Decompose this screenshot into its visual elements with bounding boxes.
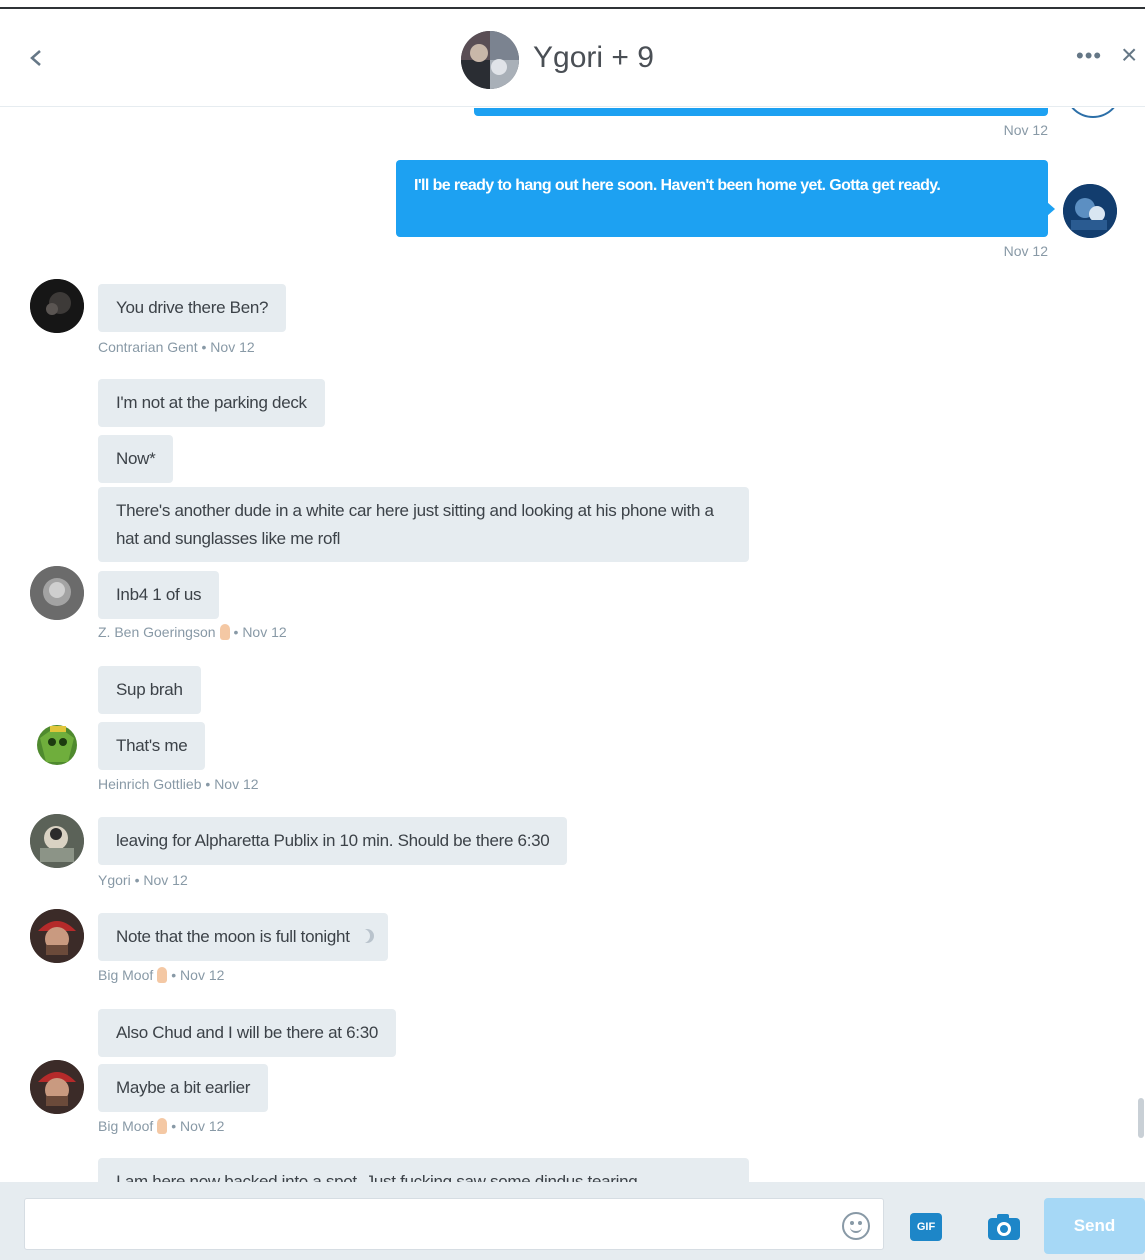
received-message-bubble: Now* [98, 435, 174, 483]
message-meta: Ygori • Nov 12 [98, 872, 188, 888]
message-time: Nov 12 [210, 339, 255, 355]
received-message-bubble: leaving for Alpharetta Publix in 10 min.… [98, 817, 568, 865]
message-text: leaving for Alpharetta Publix in 10 min.… [116, 831, 550, 850]
avatar-contrarian-gent [30, 279, 84, 333]
scrollbar-thumb[interactable] [1138, 1098, 1144, 1138]
received-message-bubble: I am here now backed into a spot. Just f… [98, 1158, 749, 1182]
conversation-title: Ygori + 9 [533, 41, 654, 74]
message-text: There's another dude in a white car here… [116, 501, 714, 548]
avatar-big-moof [30, 909, 84, 963]
message-composer: GIF Send [0, 1182, 1145, 1260]
received-message-bubble: I'm not at the parking deck [98, 379, 325, 427]
message-text: That's me [116, 736, 188, 755]
message-meta: Contrarian Gent • Nov 12 [98, 339, 255, 355]
received-message-bubble: Maybe a bit earlier [98, 1064, 269, 1112]
author-name[interactable]: Big Moof [98, 967, 153, 983]
camera-button[interactable] [985, 1212, 1023, 1242]
previous-sent-bubble [474, 108, 1048, 116]
message-text: I'll be ready to hang out here soon. Hav… [414, 177, 941, 194]
gif-button[interactable]: GIF [910, 1213, 942, 1241]
raised-hand-icon [219, 624, 230, 640]
message-text: Also Chud and I will be there at 6:30 [116, 1023, 379, 1042]
message-list[interactable]: Nov 12 I'll be ready to hang out here so… [0, 108, 1145, 1182]
message-input[interactable] [24, 1198, 884, 1250]
avatar-ygori [30, 814, 84, 868]
message-time: Nov 12 [242, 624, 287, 640]
author-name[interactable]: Contrarian Gent [98, 339, 198, 355]
gif-icon: GIF [916, 1221, 936, 1233]
received-message-bubble: Sup brah [98, 666, 201, 714]
message-text: You drive there Ben? [116, 298, 269, 317]
close-button[interactable]: × [1121, 39, 1137, 71]
message-time: Nov 12 [214, 776, 259, 792]
message-text: Note that the moon is full tonight [116, 927, 350, 946]
message-text: Sup brah [116, 680, 183, 699]
message-text: I'm not at the parking deck [116, 393, 307, 412]
camera-icon [988, 1214, 1020, 1240]
conversation-header: Ygori + 9 ••• × [0, 9, 1145, 107]
message-meta: Big Moof • Nov 12 [98, 1118, 225, 1134]
send-button[interactable]: Send [1044, 1198, 1145, 1254]
received-message-bubble: You drive there Ben? [98, 284, 287, 332]
avatar-z-ben-goeringson [30, 566, 84, 620]
own-avatar [1063, 184, 1117, 238]
message-time: Nov 12 [143, 872, 188, 888]
message-time: Nov 12 [180, 967, 225, 983]
author-name[interactable]: Big Moof [98, 1118, 153, 1134]
chevron-left-icon [30, 50, 41, 66]
raised-hand-icon [157, 967, 168, 983]
window-top-border [0, 0, 1145, 9]
avatar-heinrich-gottlieb [30, 718, 84, 772]
received-message-bubble: Also Chud and I will be there at 6:30 [98, 1009, 397, 1057]
message-meta: Big Moof • Nov 12 [98, 967, 225, 983]
received-message-bubble: That's me [98, 722, 206, 770]
group-avatar [461, 31, 519, 89]
raised-hand-icon [157, 1118, 168, 1134]
received-message-bubble: Note that the moon is full tonight [98, 913, 388, 961]
message-timestamp: Nov 12 [1003, 243, 1048, 259]
received-message-bubble: Inb4 1 of us [98, 571, 220, 619]
more-icon: ••• [1076, 43, 1103, 68]
message-text: I am here now backed into a spot. Just f… [116, 1172, 638, 1182]
sent-message-bubble: I'll be ready to hang out here soon. Hav… [396, 160, 1055, 237]
more-options-button[interactable]: ••• [1076, 43, 1102, 69]
message-text: Now* [116, 449, 156, 468]
message-text: Maybe a bit earlier [116, 1078, 251, 1097]
crescent-moon-icon [356, 929, 370, 943]
message-timestamp: Nov 12 [1003, 122, 1048, 138]
message-time: Nov 12 [180, 1118, 225, 1134]
back-button[interactable] [26, 43, 50, 73]
message-meta: Heinrich Gottlieb • Nov 12 [98, 776, 259, 792]
smiley-icon[interactable] [842, 1212, 870, 1240]
author-name[interactable]: Ygori [98, 872, 131, 888]
message-text: Inb4 1 of us [116, 585, 202, 604]
message-meta: Z. Ben Goeringson • Nov 12 [98, 624, 287, 640]
author-name[interactable]: Z. Ben Goeringson [98, 624, 216, 640]
previous-own-avatar [1066, 108, 1120, 118]
avatar-big-moof [30, 1060, 84, 1114]
author-name[interactable]: Heinrich Gottlieb [98, 776, 202, 792]
received-message-bubble: There's another dude in a white car here… [98, 487, 749, 562]
close-icon: × [1121, 39, 1138, 70]
